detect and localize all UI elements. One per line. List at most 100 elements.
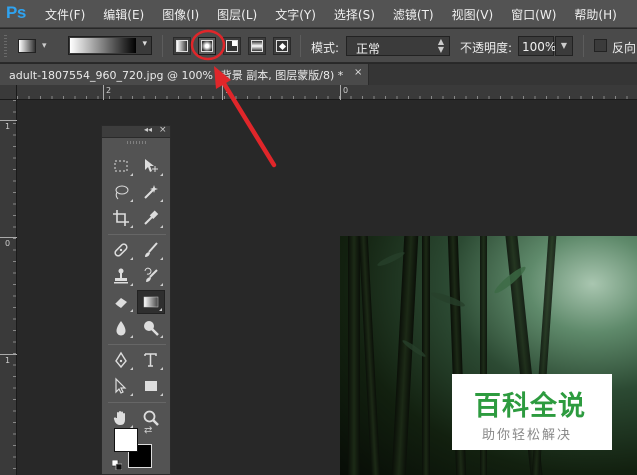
panel-grip[interactable] bbox=[127, 141, 147, 144]
close-icon[interactable]: × bbox=[159, 125, 167, 135]
gradient-icon bbox=[143, 296, 159, 308]
tools-panel: ◂◂ × ⇄ bbox=[101, 125, 171, 475]
magic-wand-icon bbox=[144, 185, 158, 199]
ruler-top-label: 2 bbox=[106, 86, 112, 95]
ruler-major-tick bbox=[222, 85, 223, 100]
crop-tool[interactable] bbox=[107, 206, 135, 230]
hand-icon bbox=[113, 411, 125, 425]
spot-healing-icon bbox=[114, 243, 128, 257]
opacity-input[interactable]: 100% bbox=[518, 36, 556, 56]
angle-gradient-button[interactable] bbox=[223, 37, 241, 55]
gradient-tool[interactable] bbox=[137, 290, 165, 314]
menu-bar: Ps 文件(F) 编辑(E) 图像(I) 图层(L) 文字(Y) 选择(S) 滤… bbox=[0, 0, 637, 28]
separator bbox=[108, 234, 166, 235]
mode-label: 模式: bbox=[311, 41, 340, 55]
options-bar-grip[interactable] bbox=[4, 35, 7, 57]
lasso-tool[interactable] bbox=[107, 180, 135, 204]
type-tool[interactable] bbox=[137, 348, 165, 372]
ruler-left-label: 0 bbox=[5, 239, 11, 248]
ruler-major-tick bbox=[0, 237, 17, 238]
bamboo-leaf bbox=[376, 249, 406, 269]
clone-stamp-tool[interactable] bbox=[107, 264, 135, 288]
pen-icon bbox=[115, 351, 127, 369]
linear-gradient-button[interactable] bbox=[173, 37, 191, 55]
menu-file[interactable]: 文件(F) bbox=[36, 6, 94, 23]
pen-tool[interactable] bbox=[107, 348, 135, 372]
mode-value: 正常 bbox=[356, 42, 381, 56]
type-icon bbox=[144, 353, 157, 367]
menu-view[interactable]: 视图(V) bbox=[443, 6, 503, 23]
rectangular-marquee-tool[interactable] bbox=[107, 154, 135, 178]
menu-help[interactable]: 帮助(H) bbox=[565, 6, 625, 23]
radial-gradient-button[interactable] bbox=[198, 37, 216, 55]
separator bbox=[583, 35, 584, 57]
document-tab[interactable]: adult-1807554_960_720.jpg @ 100% (背景 副本,… bbox=[0, 64, 369, 85]
swap-colors-icon[interactable]: ⇄ bbox=[144, 425, 152, 436]
menu-layer[interactable]: 图层(L) bbox=[208, 6, 266, 23]
bamboo-stalk bbox=[358, 236, 381, 475]
foreground-color-swatch[interactable] bbox=[114, 428, 138, 452]
gradient-picker[interactable]: ▾ bbox=[68, 36, 152, 55]
lasso-icon bbox=[115, 185, 129, 200]
move-icon bbox=[145, 159, 158, 172]
linear-gradient-icon bbox=[176, 40, 188, 52]
eyedropper-tool[interactable] bbox=[137, 206, 165, 230]
move-tool[interactable] bbox=[137, 154, 165, 178]
path-selection-icon bbox=[115, 377, 127, 394]
crop-icon bbox=[113, 210, 129, 226]
ruler-major-tick bbox=[0, 354, 17, 355]
gradient-tool-icon bbox=[18, 39, 36, 53]
hand-tool[interactable] bbox=[107, 406, 135, 430]
ruler-top-label: 0 bbox=[343, 86, 349, 95]
ruler-major-tick bbox=[340, 85, 341, 100]
reflected-gradient-icon bbox=[251, 40, 263, 52]
menu-edit[interactable]: 编辑(E) bbox=[94, 6, 153, 23]
watermark-title: 百科全说 bbox=[474, 391, 586, 422]
ruler-vertical[interactable] bbox=[0, 100, 17, 475]
eyedropper-icon bbox=[144, 210, 159, 225]
reflected-gradient-button[interactable] bbox=[248, 37, 266, 55]
document-tab-bar: adult-1807554_960_720.jpg @ 100% (背景 副本,… bbox=[0, 64, 637, 85]
menu-type[interactable]: 文字(Y) bbox=[266, 6, 325, 23]
separator bbox=[108, 402, 166, 403]
close-icon[interactable]: × bbox=[354, 67, 362, 78]
chevron-down-icon[interactable]: ▾ bbox=[142, 39, 147, 49]
options-bar: ▾ ▾ 模式: 正常 ▲ ▼ 不透明度: 100% ▼ 反向 bbox=[0, 29, 637, 63]
blur-icon bbox=[116, 321, 126, 336]
ruler-origin[interactable] bbox=[0, 85, 17, 100]
rectangle-shape-tool[interactable] bbox=[137, 374, 165, 398]
eraser-tool[interactable] bbox=[107, 290, 135, 314]
dodge-tool[interactable] bbox=[137, 316, 165, 340]
opacity-label: 不透明度: bbox=[460, 41, 513, 55]
chevron-down-icon: ▾ bbox=[42, 41, 47, 51]
magic-wand-tool[interactable] bbox=[137, 180, 165, 204]
diamond-gradient-button[interactable] bbox=[273, 37, 291, 55]
history-brush-tool[interactable] bbox=[137, 264, 165, 288]
menu-window[interactable]: 窗口(W) bbox=[502, 6, 565, 23]
default-colors-icon[interactable] bbox=[112, 460, 122, 470]
gradient-preview[interactable] bbox=[70, 38, 136, 53]
tools-panel-header[interactable]: ◂◂ × bbox=[102, 125, 170, 138]
bamboo-leaf bbox=[429, 290, 467, 309]
clone-stamp-icon bbox=[114, 268, 128, 284]
brush-icon bbox=[145, 242, 158, 257]
path-selection-tool[interactable] bbox=[107, 374, 135, 398]
mode-select[interactable]: 正常 ▲ ▼ bbox=[346, 36, 450, 56]
brush-tool[interactable] bbox=[137, 238, 165, 262]
angle-gradient-icon bbox=[226, 40, 238, 52]
menu-select[interactable]: 选择(S) bbox=[325, 6, 384, 23]
reverse-label: 反向 bbox=[612, 41, 637, 55]
bamboo-stalk bbox=[391, 236, 419, 475]
menu-image[interactable]: 图像(I) bbox=[153, 6, 208, 23]
spot-healing-tool[interactable] bbox=[107, 238, 135, 262]
blur-tool[interactable] bbox=[107, 316, 135, 340]
menu-items: 文件(F) 编辑(E) 图像(I) 图层(L) 文字(Y) 选择(S) 滤镜(T… bbox=[36, 0, 626, 28]
ruler-left-label: 1 bbox=[5, 122, 11, 131]
collapse-icon[interactable]: ◂◂ bbox=[144, 125, 152, 134]
tool-preset-picker[interactable]: ▾ bbox=[18, 37, 60, 55]
watermark-subtitle: 助你轻松解决 bbox=[482, 428, 573, 443]
opacity-dropdown-button[interactable]: ▼ bbox=[555, 36, 573, 56]
document-tab-title[interactable]: adult-1807554_960_720.jpg @ 100% (背景 副本,… bbox=[9, 67, 343, 83]
menu-filter[interactable]: 滤镜(T) bbox=[384, 6, 443, 23]
reverse-checkbox[interactable] bbox=[594, 39, 607, 52]
